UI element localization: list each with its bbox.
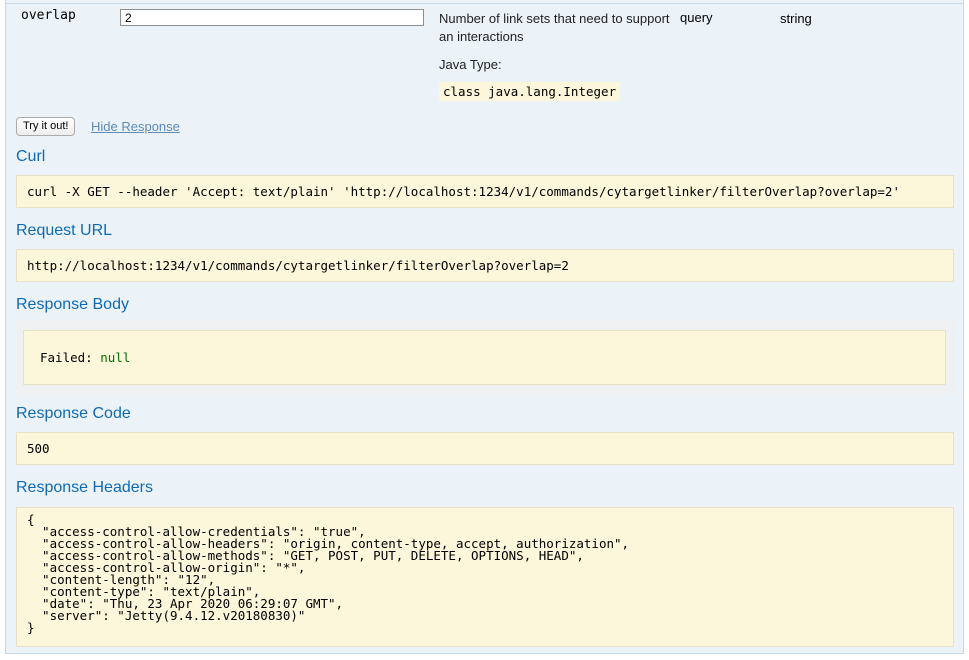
- response-headers-value: { "access-control-allow-credentials": "t…: [16, 507, 954, 647]
- param-description: Number of link sets that need to support…: [439, 11, 670, 44]
- response-body-title: Response Body: [16, 296, 129, 313]
- response-code-title: Response Code: [16, 405, 131, 422]
- curl-title: Curl: [16, 148, 46, 165]
- response-body-container: Failed: null: [16, 320, 954, 394]
- try-it-out-button[interactable]: Try it out!: [16, 117, 76, 136]
- java-type-label: Java Type:: [439, 57, 502, 72]
- request-url-value: http://localhost:1234/v1/commands/cytarg…: [16, 249, 954, 282]
- hide-response-link[interactable]: Hide Response: [91, 119, 180, 134]
- overlap-input[interactable]: [120, 9, 424, 26]
- divider: [5, 3, 964, 4]
- param-data-type: string: [780, 11, 812, 26]
- response-headers-title: Response Headers: [16, 479, 153, 496]
- curl-command: curl -X GET --header 'Accept: text/plain…: [16, 175, 954, 208]
- response-body-prefix: Failed:: [40, 350, 101, 365]
- java-type-value: class java.lang.Integer: [439, 82, 621, 101]
- response-code-value: 500: [16, 432, 954, 465]
- response-body-value: null: [100, 350, 131, 365]
- request-url-title: Request URL: [16, 222, 113, 239]
- response-body-content: Failed: null: [23, 330, 946, 385]
- param-location: query: [680, 10, 713, 25]
- param-name: overlap: [21, 8, 76, 23]
